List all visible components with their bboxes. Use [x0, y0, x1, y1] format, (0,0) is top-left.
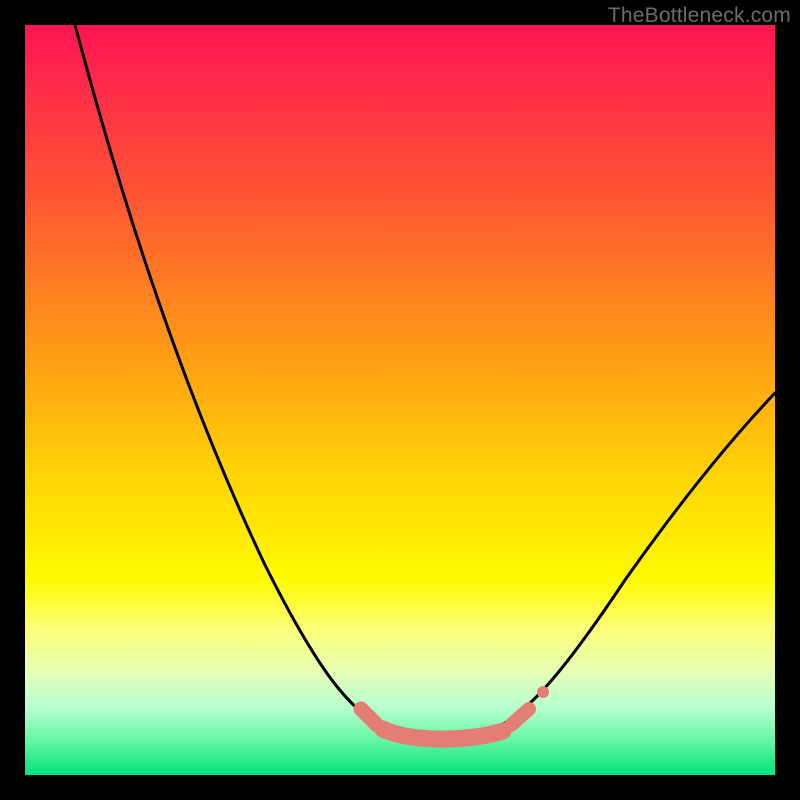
- chart-svg: [25, 25, 775, 775]
- bottleneck-curve: [75, 25, 775, 740]
- plot-area: [25, 25, 775, 775]
- highlight-band: [361, 686, 549, 739]
- chart-frame: TheBottleneck.com: [0, 0, 800, 800]
- watermark-text: TheBottleneck.com: [608, 4, 791, 28]
